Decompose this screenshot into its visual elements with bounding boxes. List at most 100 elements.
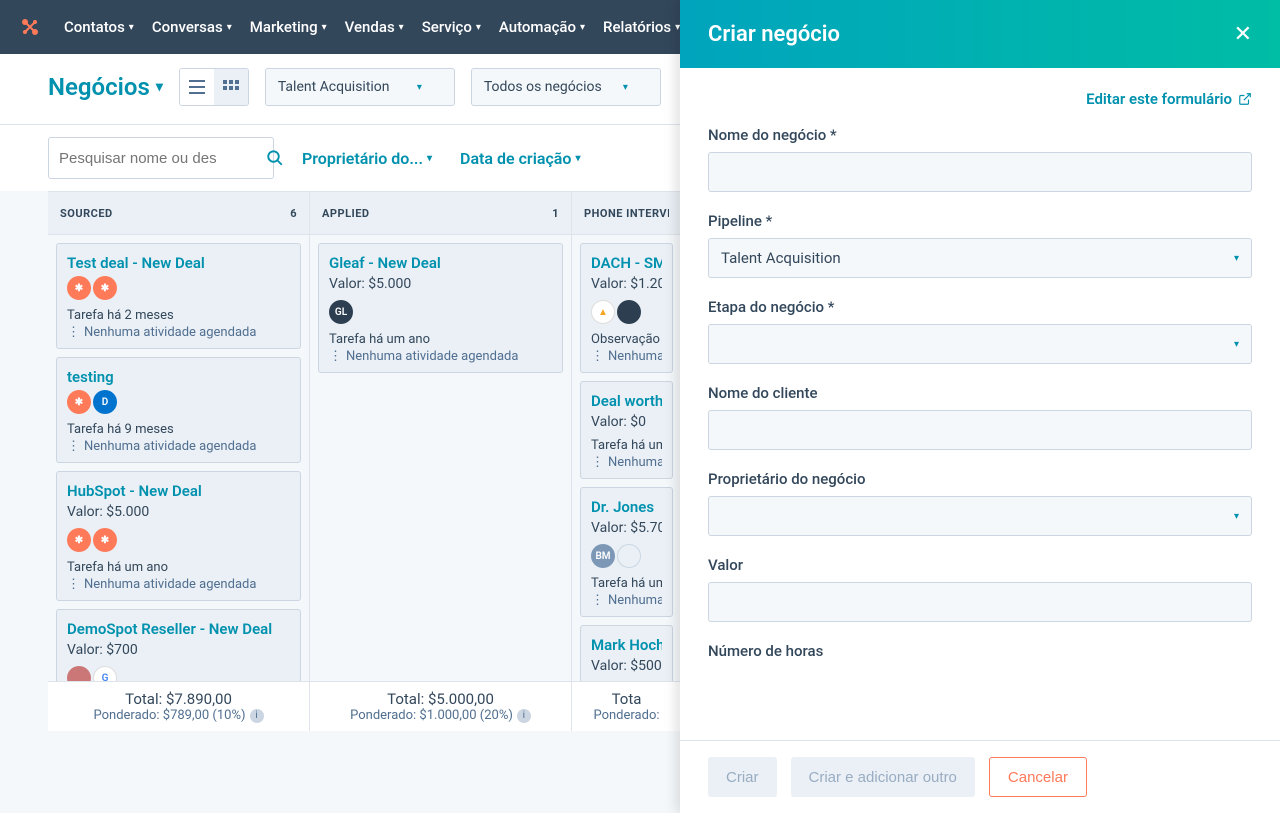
- create-button[interactable]: Criar: [708, 757, 777, 797]
- nav-item-marketing[interactable]: Marketing▾: [250, 18, 327, 36]
- column-footer: Tota Ponderado:: [572, 681, 681, 731]
- field-amount: Valor: [708, 556, 1252, 622]
- deal-card[interactable]: Deal worth 0 Valor: $0 Tarefa há um an N…: [580, 381, 673, 479]
- deal-card[interactable]: DemoSpot Reseller - New Deal Valor: $700…: [56, 609, 301, 681]
- list-view-button[interactable]: [180, 69, 214, 105]
- avatar-icon: BM: [591, 544, 615, 568]
- card-title[interactable]: Test deal - New Deal: [67, 254, 290, 272]
- close-icon[interactable]: ✕: [1234, 22, 1252, 47]
- task-line: Observação há: [591, 332, 662, 347]
- field-name: Nome do negócio *: [708, 126, 1252, 192]
- task-line: Tarefa há 2 meses: [67, 308, 290, 323]
- column-total: Total: $5.000,00: [320, 690, 561, 708]
- field-client: Nome do cliente: [708, 384, 1252, 450]
- search-input[interactable]: [59, 150, 258, 167]
- board-view-button[interactable]: [214, 69, 248, 105]
- info-icon[interactable]: i: [517, 709, 531, 723]
- column-body: DACH - SMB N Valor: $1.200 ▲ Observação …: [572, 235, 681, 681]
- hubspot-logo-icon[interactable]: [16, 13, 44, 41]
- column-header: PHONE INTERVIEW: [572, 191, 681, 235]
- field-label: Proprietário do negócio: [708, 470, 1252, 488]
- card-value: Valor: $700: [67, 642, 290, 658]
- panel-header: Criar negócio ✕: [680, 0, 1280, 68]
- grid-icon: [223, 80, 239, 94]
- cancel-button[interactable]: Cancelar: [989, 757, 1087, 797]
- avatar-icon: G: [93, 666, 117, 681]
- warn-line: Nenhuma atividade agendada: [67, 439, 290, 454]
- column-body: Test deal - New Deal ✱✱ Tarefa há 2 mese…: [48, 235, 309, 681]
- deal-card[interactable]: testing ✱D Tarefa há 9 meses Nenhuma ati…: [56, 357, 301, 463]
- field-label: Nome do cliente: [708, 384, 1252, 402]
- deal-card[interactable]: DACH - SMB N Valor: $1.200 ▲ Observação …: [580, 243, 673, 373]
- warn-line: Nenhuma atividade agendada: [67, 577, 290, 592]
- pipeline-select[interactable]: Talent Acquisition▾: [708, 238, 1252, 278]
- search-icon[interactable]: [266, 149, 284, 167]
- owner-select[interactable]: ▾: [708, 496, 1252, 536]
- card-value: Valor: $5.000: [67, 504, 290, 520]
- card-title[interactable]: Gleaf - New Deal: [329, 254, 552, 272]
- column-total: Tota: [582, 690, 671, 708]
- card-title[interactable]: Mark Hochmo: [591, 636, 662, 654]
- deal-card[interactable]: Test deal - New Deal ✱✱ Tarefa há 2 mese…: [56, 243, 301, 349]
- nav-item-vendas[interactable]: Vendas▾: [345, 18, 404, 36]
- panel-body: Editar este formulário Nome do negócio *…: [680, 68, 1280, 740]
- deal-card[interactable]: Dr. Jones Valor: $5.700 BM Tarefa há um …: [580, 487, 673, 617]
- nav-item-relatorios[interactable]: Relatórios▾: [603, 18, 680, 36]
- card-value: Valor: $5.700: [591, 520, 662, 536]
- column-header: SOURCED6: [48, 191, 309, 235]
- warn-line: Nenhuma ativ: [591, 593, 662, 608]
- field-hours: Número de horas: [708, 642, 1252, 660]
- avatar-icon: [67, 666, 91, 681]
- column-footer: Total: $5.000,00 Ponderado: $1.000,00 (2…: [310, 681, 571, 731]
- pipeline-select[interactable]: Talent Acquisition▾: [265, 68, 455, 106]
- amount-input[interactable]: [708, 582, 1252, 622]
- card-title[interactable]: Deal worth 0: [591, 392, 662, 410]
- nav-item-automacao[interactable]: Automação▾: [499, 18, 585, 36]
- deal-card[interactable]: Gleaf - New Deal Valor: $5.000 GL Tarefa…: [318, 243, 563, 373]
- nav-item-conversas[interactable]: Conversas▾: [152, 18, 232, 36]
- field-pipeline: Pipeline * Talent Acquisition▾: [708, 212, 1252, 278]
- card-title[interactable]: Dr. Jones: [591, 498, 662, 516]
- avatar-icon: ✱: [93, 276, 117, 300]
- card-title[interactable]: DemoSpot Reseller - New Deal: [67, 620, 290, 638]
- column-footer: Total: $7.890,00 Ponderado: $789,00 (10%…: [48, 681, 309, 731]
- task-line: Tarefa há um an: [591, 576, 662, 591]
- avatar-icon: ✱: [67, 276, 91, 300]
- nav-item-servico[interactable]: Serviço▾: [422, 18, 481, 36]
- field-label: Pipeline *: [708, 212, 1252, 230]
- card-title[interactable]: HubSpot - New Deal: [67, 482, 290, 500]
- nav-item-contatos[interactable]: Contatos▾: [64, 18, 134, 36]
- create-deal-panel: Criar negócio ✕ Editar este formulário N…: [680, 0, 1280, 813]
- client-name-input[interactable]: [708, 410, 1252, 450]
- deal-card[interactable]: HubSpot - New Deal Valor: $5.000 ✱✱ Tare…: [56, 471, 301, 601]
- task-line: Tarefa há um ano: [67, 560, 290, 575]
- owner-filter[interactable]: Proprietário do...▾: [302, 149, 432, 168]
- deal-name-input[interactable]: [708, 152, 1252, 192]
- created-filter[interactable]: Data de criação▾: [460, 149, 580, 168]
- card-value: Valor: $5.000: [329, 276, 552, 292]
- task-line: Tarefa há um ano: [329, 332, 552, 347]
- task-line: Tarefa há um an: [591, 438, 662, 453]
- task-line: Tarefa há 9 meses: [67, 422, 290, 437]
- card-title[interactable]: DACH - SMB N: [591, 254, 662, 272]
- page-title[interactable]: Negócios▾: [48, 73, 163, 101]
- nav-items: Contatos▾ Conversas▾ Marketing▾ Vendas▾ …: [64, 18, 680, 36]
- view-toggle: [179, 68, 249, 106]
- info-icon[interactable]: i: [250, 709, 264, 723]
- stage-select[interactable]: ▾: [708, 324, 1252, 364]
- edit-form-link[interactable]: Editar este formulário: [708, 90, 1252, 108]
- card-value: Valor: $500: [591, 658, 662, 674]
- view-filter-select[interactable]: Todos os negócios▾: [471, 68, 661, 106]
- card-value: Valor: $1.200: [591, 276, 662, 292]
- field-label: Valor: [708, 556, 1252, 574]
- column-header: APPLIED1: [310, 191, 571, 235]
- warn-line: Nenhuma ativ: [591, 349, 662, 364]
- avatar-icon: [617, 300, 641, 324]
- panel-footer: Criar Criar e adicionar outro Cancelar: [680, 740, 1280, 813]
- avatar-icon: D: [93, 390, 117, 414]
- create-another-button[interactable]: Criar e adicionar outro: [791, 757, 975, 797]
- card-title[interactable]: testing: [67, 368, 290, 386]
- warn-line: Nenhuma atividade agendada: [67, 325, 290, 340]
- panel-title: Criar negócio: [708, 22, 840, 47]
- deal-card[interactable]: Mark Hochmo Valor: $500 LM Tarefa há um …: [580, 625, 673, 681]
